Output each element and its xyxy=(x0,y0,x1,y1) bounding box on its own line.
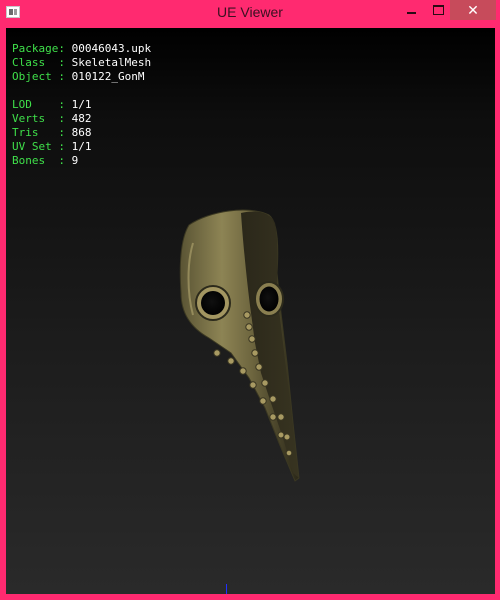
info-row-uvset: UV Set : 1/1 xyxy=(12,140,151,154)
maximize-button[interactable] xyxy=(425,0,452,20)
info-row-bones: Bones : 9 xyxy=(12,154,151,168)
info-value: 482 xyxy=(71,112,92,125)
info-row-lod: LOD : 1/1 xyxy=(12,98,151,112)
info-label: Package: xyxy=(12,42,65,55)
info-label: Bones : xyxy=(12,154,65,167)
info-label: Tris : xyxy=(12,126,65,139)
mesh-info-overlay: Package: 00046043.upk Class : SkeletalMe… xyxy=(12,42,151,168)
plague-mask-mesh[interactable] xyxy=(169,203,309,493)
close-icon: ✕ xyxy=(467,1,479,18)
info-row-class: Class : SkeletalMesh xyxy=(12,56,151,70)
info-row-tris: Tris : 868 xyxy=(12,126,151,140)
title-bar[interactable]: UE Viewer ✕ xyxy=(0,0,500,26)
info-value: 9 xyxy=(71,154,79,167)
minimize-button[interactable] xyxy=(398,0,425,20)
info-row-package: Package: 00046043.upk xyxy=(12,42,151,56)
info-value: 010122_GonM xyxy=(71,70,145,83)
info-row-object: Object : 010122_GonM xyxy=(12,70,151,84)
info-label: UV Set : xyxy=(12,140,65,153)
info-label: Object : xyxy=(12,70,65,83)
axis-indicator xyxy=(226,584,227,594)
maximize-icon xyxy=(433,5,444,15)
info-value: 1/1 xyxy=(71,140,92,153)
info-row-verts: Verts : 482 xyxy=(12,112,151,126)
minimize-icon xyxy=(407,12,416,14)
3d-viewport[interactable]: Package: 00046043.upk Class : SkeletalMe… xyxy=(6,28,495,594)
info-value: 00046043.upk xyxy=(71,42,152,55)
close-button[interactable]: ✕ xyxy=(450,0,496,20)
info-label: Verts : xyxy=(12,112,65,125)
info-value: 868 xyxy=(71,126,92,139)
info-label: Class : xyxy=(12,56,65,69)
info-label: LOD : xyxy=(12,98,65,111)
info-value: 1/1 xyxy=(71,98,92,111)
app-window: UE Viewer ✕ Package: 00046043.upk Class … xyxy=(0,0,500,600)
info-value: SkeletalMesh xyxy=(71,56,152,69)
